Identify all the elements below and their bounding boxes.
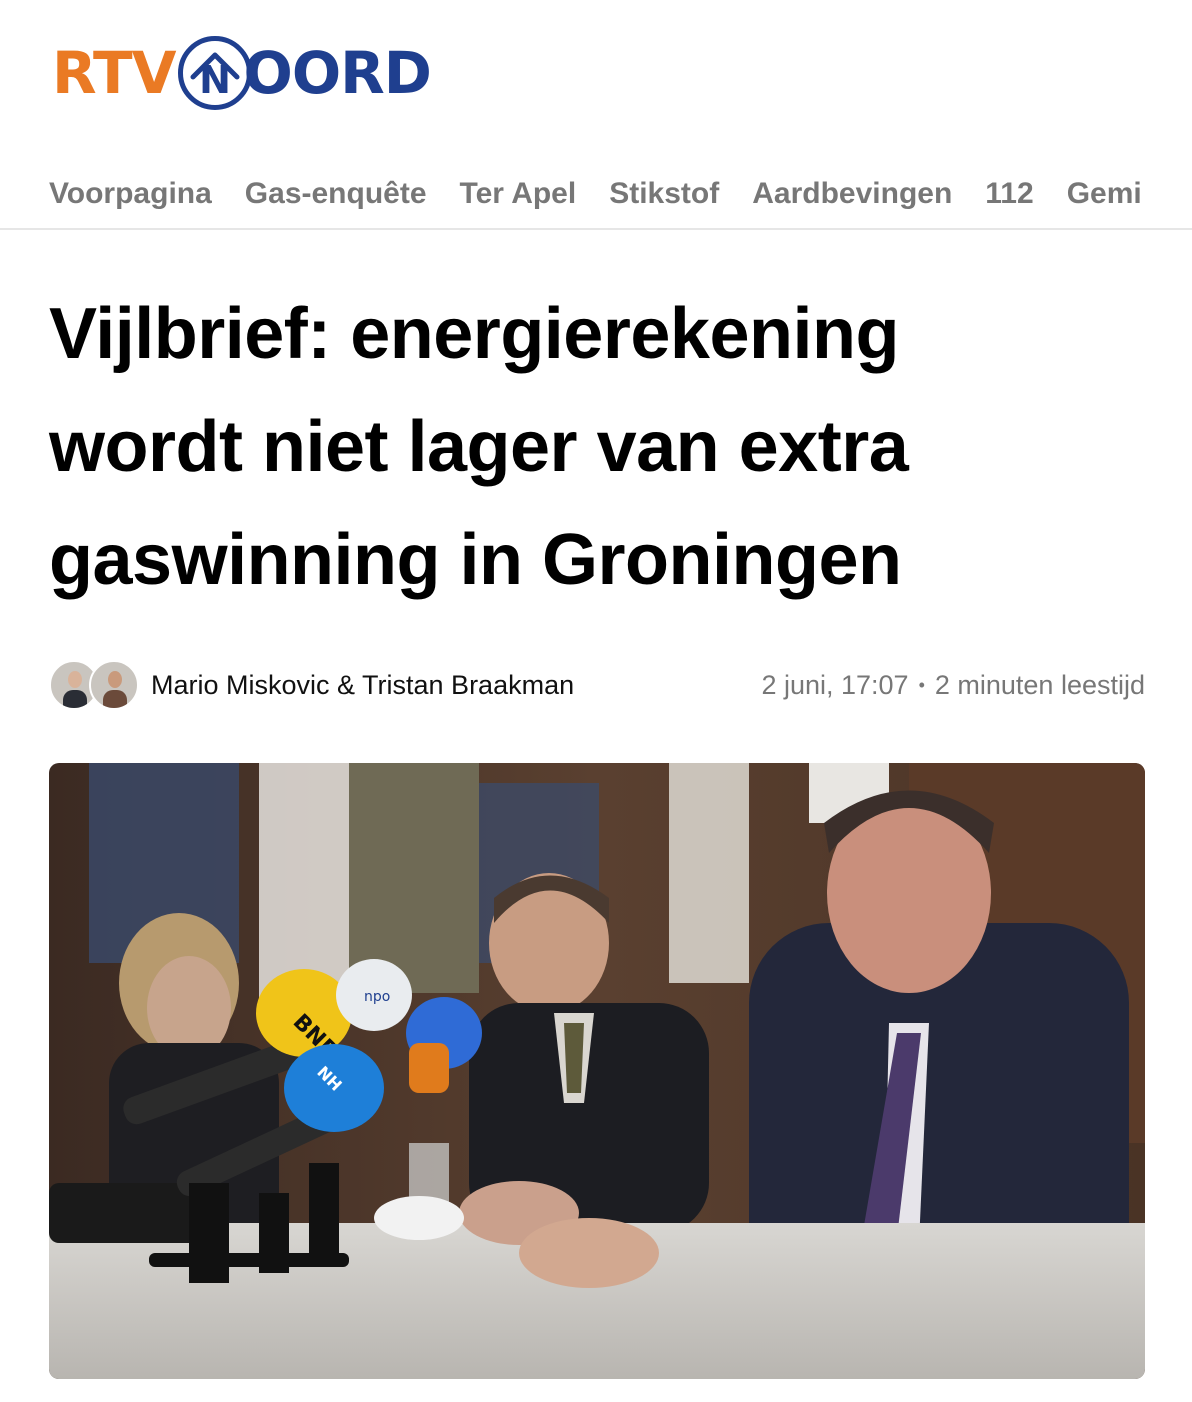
- main-navigation: Voorpagina Gas-enquête Ter Apel Stikstof Aar…: [0, 160, 1192, 230]
- nav-item-3[interactable]: Stikstof: [609, 176, 719, 212]
- meta-separator: •: [918, 674, 925, 695]
- nav-item-4[interactable]: Aardbevingen: [752, 176, 952, 212]
- logo-emblem-letter: N: [199, 58, 231, 102]
- author-avatar-2[interactable]: [89, 660, 139, 710]
- article-hero-image: BNR npo NH: [49, 763, 1145, 1379]
- rtv-noord-logo[interactable]: RTV N OORD: [52, 28, 432, 118]
- article-date: 2 juni, 17:07: [761, 669, 909, 700]
- nav-item-1[interactable]: Gas-enquête: [245, 176, 427, 212]
- mic-label-npo: npo: [364, 989, 390, 1005]
- logo-rtv-text: RTV: [52, 39, 177, 107]
- nav-item-5[interactable]: 112: [985, 176, 1033, 212]
- author-avatars: [49, 660, 139, 710]
- nav-item-0[interactable]: Voorpagina: [49, 176, 212, 212]
- logo-emblem-icon: N: [177, 36, 252, 110]
- article-meta: Mario Miskovic & Tristan Braakman 2 juni…: [49, 658, 1145, 712]
- reading-time: 2 minuten leestijd: [934, 669, 1145, 700]
- article-title: Vijlbrief: energierekening wordt niet la…: [49, 294, 909, 600]
- nav-item-2[interactable]: Ter Apel: [460, 176, 577, 212]
- nav-item-6[interactable]: Gemi: [1067, 176, 1142, 212]
- logo-oord-text: OORD: [243, 39, 432, 107]
- article-authors[interactable]: Mario Miskovic & Tristan Braakman: [151, 670, 761, 701]
